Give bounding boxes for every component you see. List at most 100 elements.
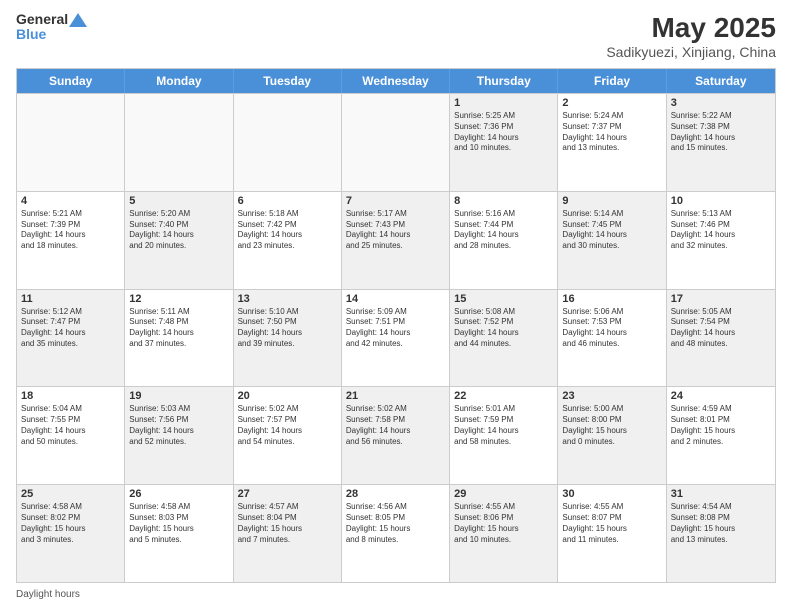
calendar-row: 4 Sunrise: 5:21 AM Sunset: 7:39 PM Daylig…	[17, 191, 775, 289]
calendar-cell: 14Sunrise: 5:09 AM Sunset: 7:51 PM Dayli…	[342, 290, 450, 387]
cell-text: Sunrise: 4:55 AM Sunset: 8:07 PM Dayligh…	[562, 502, 661, 545]
cell-text: Sunrise: 5:21 AM Sunset: 7:39 PM Dayligh…	[21, 209, 120, 252]
calendar-cell: 22 Sunrise: 5:01 AM Sunset: 7:59 PM Dayli…	[450, 387, 558, 484]
calendar-cell: 6 Sunrise: 5:18 AM Sunset: 7:42 PM Daylig…	[234, 192, 342, 289]
weekday-header: Wednesday	[342, 69, 450, 93]
day-number: 28	[346, 488, 445, 500]
calendar-header: SundayMondayTuesdayWednesdayThursdayFrid…	[17, 69, 775, 93]
day-number: 11	[21, 293, 120, 305]
calendar-cell: 5 Sunrise: 5:20 AM Sunset: 7:40 PM Daylig…	[125, 192, 233, 289]
day-number: 13	[238, 293, 337, 305]
day-number: 16	[562, 293, 661, 305]
calendar-cell: 18 Sunrise: 5:04 AM Sunset: 7:55 PM Dayli…	[17, 387, 125, 484]
cell-text: Sunrise: 5:12 AM Sunset: 7:47 PM Dayligh…	[21, 307, 120, 350]
day-number: 31	[671, 488, 771, 500]
calendar-cell: 27Sunrise: 4:57 AM Sunset: 8:04 PM Dayli…	[234, 485, 342, 582]
calendar-cell	[342, 94, 450, 191]
day-number: 1	[454, 97, 553, 109]
day-number: 14	[346, 293, 445, 305]
logo: General Blue	[16, 12, 87, 43]
cell-text: Sunrise: 5:02 AM Sunset: 7:57 PM Dayligh…	[238, 404, 337, 447]
day-number: 5	[129, 195, 228, 207]
page: General Blue May 2025 Sadikyuezi, Xinjia…	[0, 0, 792, 612]
calendar-cell: 8Sunrise: 5:16 AM Sunset: 7:44 PM Daylig…	[450, 192, 558, 289]
cell-text: Sunrise: 5:17 AM Sunset: 7:43 PM Dayligh…	[346, 209, 445, 252]
day-number: 12	[129, 293, 228, 305]
weekday-header: Monday	[125, 69, 233, 93]
logo-text: General	[16, 12, 87, 27]
calendar-cell: 21 Sunrise: 5:02 AM Sunset: 7:58 PM Dayli…	[342, 387, 450, 484]
cell-text: Sunrise: 5:08 AM Sunset: 7:52 PM Dayligh…	[454, 307, 553, 350]
day-number: 25	[21, 488, 120, 500]
day-number: 20	[238, 390, 337, 402]
day-number: 22	[454, 390, 553, 402]
logo-icon	[69, 13, 87, 27]
calendar-cell: 19 Sunrise: 5:03 AM Sunset: 7:56 PM Dayli…	[125, 387, 233, 484]
day-number: 6	[238, 195, 337, 207]
cell-text: Sunrise: 5:03 AM Sunset: 7:56 PM Dayligh…	[129, 404, 228, 447]
calendar-cell: 15 Sunrise: 5:08 AM Sunset: 7:52 PM Dayli…	[450, 290, 558, 387]
calendar-row: 11 Sunrise: 5:12 AM Sunset: 7:47 PM Dayli…	[17, 289, 775, 387]
day-number: 30	[562, 488, 661, 500]
calendar-row: 25 Sunrise: 4:58 AM Sunset: 8:02 PM Dayli…	[17, 484, 775, 582]
calendar-cell: 30 Sunrise: 4:55 AM Sunset: 8:07 PM Dayli…	[558, 485, 666, 582]
cell-text: Sunrise: 5:05 AM Sunset: 7:54 PM Dayligh…	[671, 307, 771, 350]
day-number: 15	[454, 293, 553, 305]
cell-text: Sunrise: 4:58 AM Sunset: 8:02 PM Dayligh…	[21, 502, 120, 545]
day-number: 4	[21, 195, 120, 207]
cell-text: Sunrise: 5:04 AM Sunset: 7:55 PM Dayligh…	[21, 404, 120, 447]
cell-text: Sunrise: 4:58 AM Sunset: 8:03 PM Dayligh…	[129, 502, 228, 545]
calendar-cell: 1 Sunrise: 5:25 AM Sunset: 7:36 PM Daylig…	[450, 94, 558, 191]
cell-text: Sunrise: 5:13 AM Sunset: 7:46 PM Dayligh…	[671, 209, 771, 252]
header: General Blue May 2025 Sadikyuezi, Xinjia…	[16, 12, 776, 60]
day-number: 3	[671, 97, 771, 109]
day-number: 2	[562, 97, 661, 109]
cell-text: Sunrise: 4:54 AM Sunset: 8:08 PM Dayligh…	[671, 502, 771, 545]
calendar-cell: 23Sunrise: 5:00 AM Sunset: 8:00 PM Dayli…	[558, 387, 666, 484]
logo-blue: Blue	[16, 27, 87, 42]
footer: Daylight hours	[16, 589, 776, 600]
day-number: 18	[21, 390, 120, 402]
cell-text: Sunrise: 5:22 AM Sunset: 7:38 PM Dayligh…	[671, 111, 771, 154]
day-number: 27	[238, 488, 337, 500]
calendar-row: 18 Sunrise: 5:04 AM Sunset: 7:55 PM Dayli…	[17, 386, 775, 484]
calendar-cell: 24Sunrise: 4:59 AM Sunset: 8:01 PM Dayli…	[667, 387, 775, 484]
cell-text: Sunrise: 5:02 AM Sunset: 7:58 PM Dayligh…	[346, 404, 445, 447]
cell-text: Sunrise: 4:56 AM Sunset: 8:05 PM Dayligh…	[346, 502, 445, 545]
calendar-cell	[234, 94, 342, 191]
day-number: 26	[129, 488, 228, 500]
calendar-cell: 12 Sunrise: 5:11 AM Sunset: 7:48 PM Dayli…	[125, 290, 233, 387]
calendar-cell: 13 Sunrise: 5:10 AM Sunset: 7:50 PM Dayli…	[234, 290, 342, 387]
calendar-cell: 17 Sunrise: 5:05 AM Sunset: 7:54 PM Dayli…	[667, 290, 775, 387]
calendar-cell	[17, 94, 125, 191]
day-number: 19	[129, 390, 228, 402]
cell-text: Sunrise: 4:55 AM Sunset: 8:06 PM Dayligh…	[454, 502, 553, 545]
weekday-header: Sunday	[17, 69, 125, 93]
day-number: 10	[671, 195, 771, 207]
cell-text: Sunrise: 5:11 AM Sunset: 7:48 PM Dayligh…	[129, 307, 228, 350]
calendar-cell: 20 Sunrise: 5:02 AM Sunset: 7:57 PM Dayli…	[234, 387, 342, 484]
cell-text: Sunrise: 5:01 AM Sunset: 7:59 PM Dayligh…	[454, 404, 553, 447]
cell-text: Sunrise: 5:10 AM Sunset: 7:50 PM Dayligh…	[238, 307, 337, 350]
cell-text: Sunrise: 5:25 AM Sunset: 7:36 PM Dayligh…	[454, 111, 553, 154]
cell-text: Sunrise: 5:00 AM Sunset: 8:00 PM Dayligh…	[562, 404, 661, 447]
calendar-cell: 7 Sunrise: 5:17 AM Sunset: 7:43 PM Daylig…	[342, 192, 450, 289]
weekday-header: Friday	[558, 69, 666, 93]
cell-text: Sunrise: 5:18 AM Sunset: 7:42 PM Dayligh…	[238, 209, 337, 252]
calendar-row: 1 Sunrise: 5:25 AM Sunset: 7:36 PM Daylig…	[17, 93, 775, 191]
calendar-cell	[125, 94, 233, 191]
calendar-body: 1 Sunrise: 5:25 AM Sunset: 7:36 PM Daylig…	[17, 93, 775, 582]
calendar-cell: 10 Sunrise: 5:13 AM Sunset: 7:46 PM Dayli…	[667, 192, 775, 289]
day-number: 9	[562, 195, 661, 207]
calendar-cell: 29Sunrise: 4:55 AM Sunset: 8:06 PM Dayli…	[450, 485, 558, 582]
cell-text: Sunrise: 5:20 AM Sunset: 7:40 PM Dayligh…	[129, 209, 228, 252]
calendar-cell: 31 Sunrise: 4:54 AM Sunset: 8:08 PM Dayli…	[667, 485, 775, 582]
day-number: 7	[346, 195, 445, 207]
weekday-header: Saturday	[667, 69, 775, 93]
day-number: 8	[454, 195, 553, 207]
title-block: May 2025 Sadikyuezi, Xinjiang, China	[606, 12, 776, 60]
calendar-cell: 9Sunrise: 5:14 AM Sunset: 7:45 PM Daylig…	[558, 192, 666, 289]
calendar-cell: 25 Sunrise: 4:58 AM Sunset: 8:02 PM Dayli…	[17, 485, 125, 582]
day-number: 17	[671, 293, 771, 305]
day-number: 21	[346, 390, 445, 402]
